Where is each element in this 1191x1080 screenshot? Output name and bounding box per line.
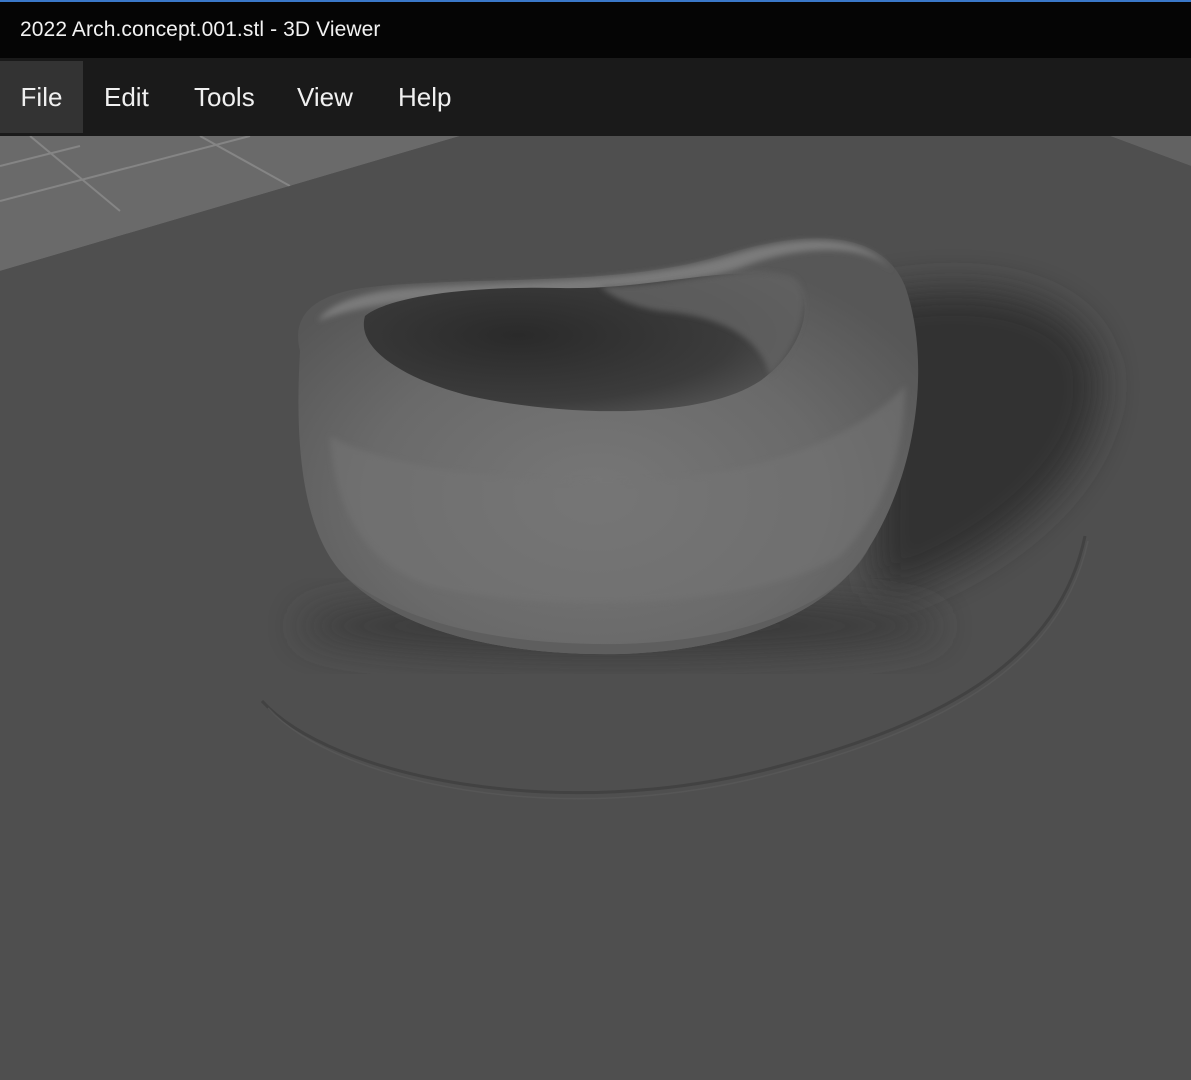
menu-file[interactable]: File <box>0 61 83 133</box>
menu-bar: File Edit Tools View Help <box>0 58 1191 136</box>
menu-tools[interactable]: Tools <box>194 61 255 133</box>
menu-help[interactable]: Help <box>398 61 451 133</box>
3d-viewport[interactable] <box>0 136 1191 1080</box>
menu-view[interactable]: View <box>297 61 353 133</box>
title-bar: 2022 Arch.concept.001.stl - 3D Viewer <box>0 0 1191 58</box>
3d-model[interactable] <box>298 238 919 655</box>
window-title: 2022 Arch.concept.001.stl - 3D Viewer <box>20 18 381 41</box>
menu-edit[interactable]: Edit <box>104 61 149 133</box>
scene-render <box>0 136 1191 1080</box>
